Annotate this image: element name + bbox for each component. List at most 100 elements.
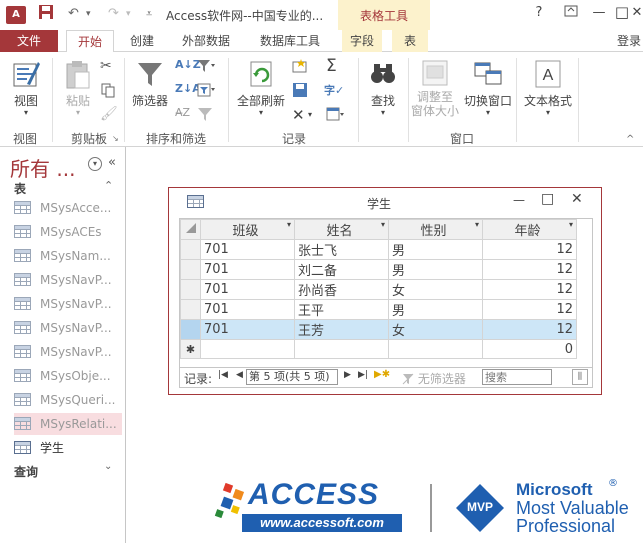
cell-name[interactable] xyxy=(294,339,389,359)
text-format-button[interactable]: A 文本格式 ▾ xyxy=(520,58,576,117)
tab-create[interactable]: 创建 xyxy=(120,30,164,52)
nav-item-table-selected[interactable]: MSysRelati... xyxy=(14,413,122,435)
nav-item-table[interactable]: MSysNam... xyxy=(14,245,122,267)
resize-to-form-button[interactable]: 调整至 窗体大小 xyxy=(410,58,460,118)
select-all-cell[interactable] xyxy=(180,219,201,240)
cut-icon[interactable]: ✂ xyxy=(100,58,112,74)
sign-in-link[interactable]: 登录 xyxy=(617,30,641,52)
record-selector[interactable] xyxy=(180,299,201,320)
nav-item-table[interactable]: MSysAcce... xyxy=(14,197,122,219)
copy-icon[interactable] xyxy=(100,82,116,102)
close-button[interactable]: ✕ xyxy=(630,5,643,20)
cell-age[interactable]: 12 xyxy=(482,299,577,320)
column-header-age[interactable]: 年龄 ▾ xyxy=(482,219,577,240)
shutter-bar-icon[interactable]: « xyxy=(108,155,116,170)
new-record-marker[interactable]: ✱ xyxy=(180,339,201,359)
tab-database-tools[interactable]: 数据库工具 xyxy=(248,30,332,52)
spelling-icon[interactable]: 字✓ xyxy=(324,82,344,98)
new-record-row[interactable]: ✱ 0 xyxy=(180,339,577,359)
record-selector[interactable] xyxy=(180,319,201,340)
collapse-ribbon-icon[interactable]: ^ xyxy=(626,134,634,145)
cell-gender[interactable]: 女 xyxy=(388,279,483,300)
view-button[interactable]: 视图 ▾ xyxy=(6,58,46,117)
record-selector[interactable] xyxy=(180,239,201,260)
cell-gender[interactable]: 女 xyxy=(388,319,483,340)
datasheet-minimize-button[interactable]: — xyxy=(513,193,525,207)
table-row-selected[interactable]: 701 王芳 女 12 xyxy=(180,319,577,340)
tab-home[interactable]: 开始 xyxy=(66,30,114,53)
cell-age[interactable]: 12 xyxy=(482,319,577,340)
cell-class[interactable]: 701 xyxy=(200,279,295,300)
cell-class[interactable]: 701 xyxy=(200,299,295,320)
nav-item-table[interactable]: MSysNavP... xyxy=(14,317,122,339)
column-dropdown-icon[interactable]: ▾ xyxy=(287,220,291,229)
cell-gender[interactable]: 男 xyxy=(388,239,483,260)
find-button[interactable]: 查找 ▾ xyxy=(362,58,404,117)
cell-age[interactable]: 12 xyxy=(482,239,577,260)
column-dropdown-icon[interactable]: ▾ xyxy=(381,220,385,229)
no-filter-indicator[interactable]: 无筛选器 xyxy=(402,370,466,387)
cell-age[interactable]: 12 xyxy=(482,279,577,300)
cell-name[interactable]: 孙尚香 xyxy=(294,279,389,300)
totals-icon[interactable]: Σ xyxy=(326,56,337,76)
cell-gender[interactable]: 男 xyxy=(388,299,483,320)
ribbon-display-icon[interactable] xyxy=(560,5,582,21)
cell-name[interactable]: 王平 xyxy=(294,299,389,320)
nav-item-table[interactable]: MSysObje... xyxy=(14,365,122,387)
help-button[interactable]: ? xyxy=(528,5,550,20)
column-dropdown-icon[interactable]: ▾ xyxy=(569,220,573,229)
undo-icon[interactable]: ↶ xyxy=(68,4,79,24)
tab-fields[interactable]: 字段 xyxy=(342,30,382,52)
nav-item-table[interactable]: MSysNavP... xyxy=(14,269,122,291)
save-record-icon[interactable] xyxy=(292,82,308,102)
refresh-all-button[interactable]: 全部刷新 ▾ xyxy=(234,58,288,117)
next-record-button[interactable]: ▶ xyxy=(344,370,351,380)
access-app-icon[interactable]: A xyxy=(6,6,26,24)
nav-item-students-table[interactable]: 学生 xyxy=(14,437,122,459)
new-record-icon[interactable] xyxy=(292,58,308,78)
cell-gender[interactable] xyxy=(388,339,483,359)
datasheet-close-button[interactable]: ✕ xyxy=(571,191,583,207)
cell-name[interactable]: 张士飞 xyxy=(294,239,389,260)
nav-menu-dropdown-icon[interactable]: ▾ xyxy=(88,157,102,171)
current-record-field[interactable]: 第 5 项(共 5 项) xyxy=(246,369,338,385)
nav-item-table[interactable]: MSysACEs xyxy=(14,221,122,243)
save-icon[interactable] xyxy=(38,4,54,27)
column-header-name[interactable]: 姓名 ▾ xyxy=(294,219,389,240)
nav-pane-title[interactable]: 所有 ... xyxy=(10,153,75,182)
horizontal-scrollbar-handle[interactable]: ⫼ xyxy=(572,369,588,385)
datasheet-maximize-button[interactable]: □ xyxy=(541,191,554,207)
record-selector[interactable] xyxy=(180,279,201,300)
delete-record-icon[interactable]: ✕ xyxy=(292,106,305,124)
tab-file[interactable]: 文件 xyxy=(0,30,58,52)
cell-name[interactable]: 刘二备 xyxy=(294,259,389,280)
cell-name[interactable]: 王芳 xyxy=(294,319,389,340)
format-painter-icon[interactable]: 🖌 xyxy=(100,106,118,122)
tab-external-data[interactable]: 外部数据 xyxy=(170,30,242,52)
record-selector[interactable] xyxy=(180,259,201,280)
column-header-class[interactable]: 班级 ▾ xyxy=(200,219,295,240)
undo-dropdown-icon[interactable]: ▾ xyxy=(86,4,91,24)
collapse-tables-icon[interactable]: ⌃ xyxy=(104,179,113,192)
cell-class[interactable]: 701 xyxy=(200,319,295,340)
cell-age-default[interactable]: 0 xyxy=(482,339,577,359)
redo-dropdown-icon[interactable]: ▾ xyxy=(126,4,131,24)
table-row[interactable]: 701 张士飞 男 12 xyxy=(180,239,577,260)
search-input[interactable] xyxy=(482,369,552,385)
more-records-icon[interactable] xyxy=(326,106,346,126)
nav-section-tables[interactable]: 表 xyxy=(14,180,26,197)
nav-item-table[interactable]: MSysQueri... xyxy=(14,389,122,411)
filter-button[interactable]: 筛选器 xyxy=(130,58,170,109)
selection-filter-icon[interactable] xyxy=(197,58,217,78)
column-dropdown-icon[interactable]: ▾ xyxy=(475,220,479,229)
switch-window-button[interactable]: 切换窗口 ▾ xyxy=(462,58,514,117)
paste-button[interactable]: 粘贴 ▾ xyxy=(60,58,96,117)
cell-class[interactable]: 701 xyxy=(200,239,295,260)
table-row[interactable]: 701 王平 男 12 xyxy=(180,299,577,320)
remove-sort-icon[interactable]: A̶Z xyxy=(175,106,190,119)
clipboard-launcher-icon[interactable]: ↘ xyxy=(112,134,119,143)
nav-section-queries[interactable]: 查询 xyxy=(14,463,38,480)
prev-record-button[interactable]: ◀ xyxy=(236,370,243,380)
customize-qat-icon[interactable]: ⩡ xyxy=(146,4,152,24)
table-row[interactable]: 701 刘二备 男 12 xyxy=(180,259,577,280)
